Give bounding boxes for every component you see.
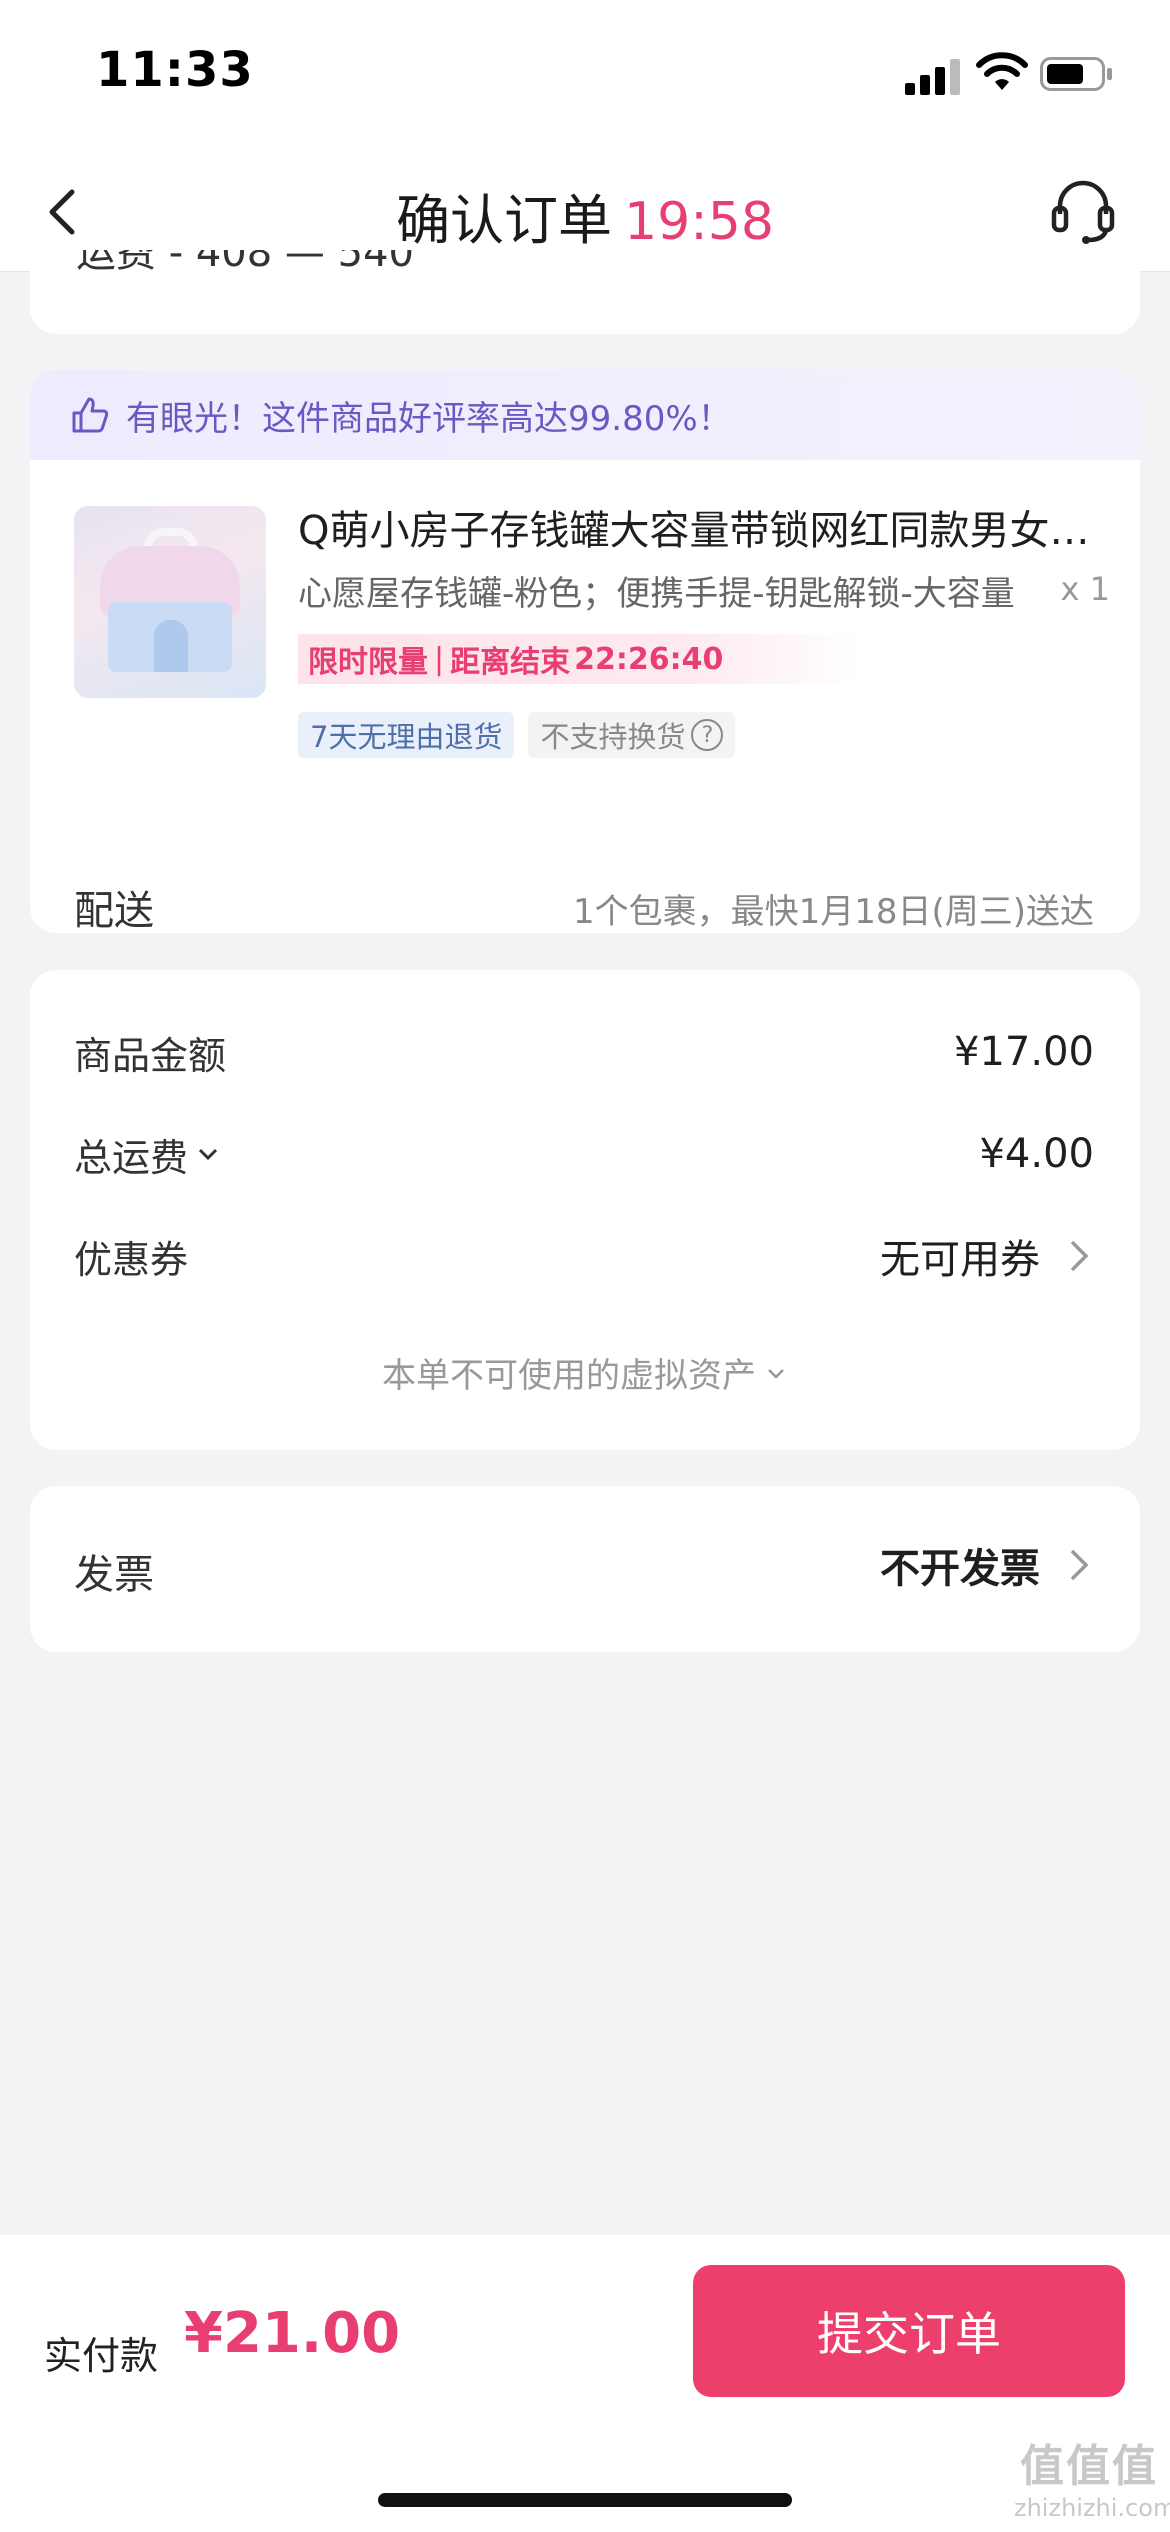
battery-icon — [1040, 57, 1112, 91]
flash-sale-text: 距离结束 — [450, 645, 571, 680]
home-indicator[interactable] — [378, 2493, 792, 2507]
chevron-down-icon[interactable] — [764, 1361, 788, 1385]
chevron-right-icon[interactable] — [1064, 1236, 1094, 1276]
coupon-row[interactable]: 优惠券 无可用券 — [74, 1226, 1094, 1286]
coupon-value-group[interactable]: 无可用券 — [880, 1227, 1094, 1285]
virtual-assets-toggle[interactable]: 本单不可使用的虚拟资产 — [30, 1348, 1140, 1397]
flash-sale-badge: 限时限量 | 距离结束 22:26:40 — [298, 634, 858, 684]
question-icon[interactable]: ? — [691, 719, 724, 751]
status-bar: 11:33 — [0, 0, 1170, 150]
virtual-assets-label: 本单不可使用的虚拟资产 — [382, 1356, 756, 1396]
service-tags: 7天无理由退货 不支持换货 ? — [298, 712, 736, 758]
invoice-value: 不开发票 — [880, 1546, 1040, 1592]
watermark-logo: 值值值 — [1020, 2441, 1158, 2492]
submit-order-button[interactable]: 提交订单 — [693, 2265, 1125, 2397]
product-title[interactable]: Q萌小房子存钱罐大容量带锁网红同款男女孩儿童储蓄罐 — [298, 498, 1098, 556]
invoice-value-group[interactable]: 不开发票 — [880, 1536, 1094, 1594]
flash-sale-countdown: 22:26:40 — [574, 641, 724, 677]
signal-icon — [905, 55, 961, 95]
product-image[interactable] — [74, 506, 266, 698]
address-card-partial: 运费 - 408 — 540 — [30, 250, 1140, 334]
watermark-site: zhizhizhi.com — [1014, 2494, 1170, 2522]
checkout-bar: 实付款 ¥21.00 提交订单 — [0, 2235, 1170, 2532]
delivery-label: 配送 — [74, 888, 154, 933]
chevron-right-icon[interactable] — [1064, 1545, 1094, 1585]
shipping-label-group[interactable]: 总运费 — [74, 1127, 220, 1182]
product-quantity: x 1 — [1060, 570, 1110, 608]
product-card: 有眼光！这件商品好评率高达99.80%！ Q萌小房子存钱罐大容量带锁网红同款男女… — [30, 370, 1140, 933]
shipping-value: ¥4.00 — [979, 1131, 1094, 1177]
page-title: 确认订单 19:58 — [0, 176, 1170, 255]
product-spec[interactable]: 心愿屋存钱罐-粉色；便携手提-钥匙解锁-大容量 — [298, 566, 1018, 615]
status-time: 11:33 — [96, 42, 254, 98]
shipping-row[interactable]: 总运费 ¥4.00 — [74, 1124, 1094, 1184]
no-exchange-label: 不支持换货 — [540, 720, 686, 754]
watermark: 值值值 zhizhizhi.com — [1014, 2440, 1170, 2522]
invoice-card[interactable]: 发票 不开发票 — [30, 1486, 1140, 1652]
invoice-label: 发票 — [74, 1552, 154, 1598]
payment-label: 实付款 — [44, 2334, 159, 2378]
coupon-label: 优惠券 — [74, 1237, 189, 1282]
wifi-icon — [976, 52, 1028, 90]
no-exchange-tag[interactable]: 不支持换货 ? — [528, 712, 736, 758]
page-title-text: 确认订单 — [396, 189, 613, 252]
rating-banner: 有眼光！这件商品好评率高达99.80%！ — [30, 370, 1140, 460]
goods-amount-label: 商品金额 — [74, 1033, 227, 1078]
customer-service-icon[interactable] — [1050, 176, 1116, 246]
price-card: 商品金额 ¥17.00 总运费 ¥4.00 优惠券 无可用券 本单不可使用的虚拟… — [30, 970, 1140, 1450]
chevron-down-icon[interactable] — [196, 1142, 220, 1166]
flash-sale-label: 限时限量 — [308, 645, 428, 680]
coupon-value: 无可用券 — [880, 1237, 1040, 1283]
return-policy-tag: 7天无理由退货 — [298, 712, 515, 758]
flash-sale-separator: | — [434, 641, 445, 677]
partial-text: 运费 - 408 — 540 — [76, 250, 414, 276]
shipping-label: 总运费 — [74, 1135, 189, 1180]
delivery-value: 1个包裹，最快1月18日(周三)送达 — [572, 892, 1094, 932]
goods-amount-value: ¥17.00 — [954, 1029, 1094, 1075]
payment-amount: ¥21.00 — [184, 2301, 401, 2366]
rating-banner-text: 有眼光！这件商品好评率高达99.80%！ — [126, 398, 732, 439]
goods-amount-row: 商品金额 ¥17.00 — [74, 1022, 1094, 1082]
thumbs-up-icon — [72, 397, 109, 433]
payment-countdown: 19:58 — [624, 192, 774, 252]
